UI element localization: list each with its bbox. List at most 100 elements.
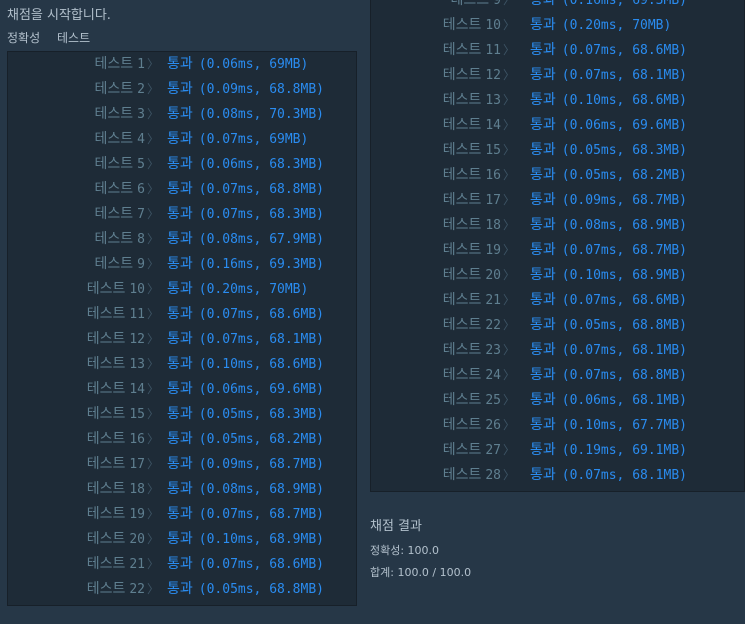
test-word: 테스트 bbox=[94, 156, 134, 172]
chevron-right-icon: 〉 bbox=[147, 582, 160, 596]
test-number: 20 bbox=[485, 268, 501, 283]
chevron-right-icon: 〉 bbox=[503, 43, 516, 57]
chevron-right-icon: 〉 bbox=[147, 182, 160, 196]
test-number: 27 bbox=[485, 443, 501, 458]
test-result-row: 테스트 14 〉 통과 (0.06ms, 69.6MB) bbox=[8, 377, 356, 402]
chevron-right-icon: 〉 bbox=[503, 168, 516, 182]
test-result-row: 테스트 13 〉 통과 (0.10ms, 68.6MB) bbox=[371, 88, 744, 113]
test-label: 테스트 19 bbox=[87, 502, 145, 527]
test-result-row: 테스트 4 〉 통과 (0.07ms, 69MB) bbox=[8, 127, 356, 152]
test-number: 2 bbox=[137, 82, 145, 97]
test-result: 통과 (0.05ms, 68.3MB) bbox=[167, 402, 324, 427]
chevron-right-icon: 〉 bbox=[147, 457, 160, 471]
pass-status: 통과 bbox=[167, 456, 193, 472]
test-result: 통과 (0.06ms, 69.6MB) bbox=[167, 377, 324, 402]
test-label: 테스트 3 bbox=[95, 102, 145, 127]
test-result-row: 테스트 22 〉 통과 (0.05ms, 68.8MB) bbox=[371, 313, 744, 338]
test-result: 통과 (0.05ms, 68.2MB) bbox=[530, 163, 687, 188]
test-result: 통과 (0.05ms, 68.8MB) bbox=[167, 577, 324, 602]
test-label: 테스트 28 bbox=[443, 463, 501, 488]
test-result: 통과 (0.06ms, 69.6MB) bbox=[530, 113, 687, 138]
test-word: 테스트 bbox=[442, 117, 482, 133]
chevron-right-icon: 〉 bbox=[147, 532, 160, 546]
test-result: 통과 (0.07ms, 68.1MB) bbox=[167, 327, 324, 352]
test-result-row: 테스트 10 〉 통과 (0.20ms, 70MB) bbox=[371, 13, 744, 38]
test-result-row: 테스트 23 〉 통과 (0.07ms, 68.1MB) bbox=[371, 338, 744, 363]
test-label: 테스트 16 bbox=[87, 427, 145, 452]
test-word: 테스트 bbox=[94, 81, 134, 97]
test-word: 테스트 bbox=[86, 356, 126, 372]
grading-start-text: 채점을 시작합니다. bbox=[7, 8, 111, 23]
time-memory-detail: (0.06ms, 69.6MB) bbox=[561, 118, 687, 133]
test-label: 테스트 17 bbox=[87, 452, 145, 477]
test-number: 19 bbox=[485, 243, 501, 258]
test-word: 테스트 bbox=[94, 131, 134, 147]
test-label: 테스트 26 bbox=[443, 413, 501, 438]
test-result: 통과 (0.16ms, 69.3MB) bbox=[530, 0, 687, 13]
test-word: 테스트 bbox=[442, 92, 482, 108]
test-result-row: 테스트 19 〉 통과 (0.07ms, 68.7MB) bbox=[8, 502, 356, 527]
pass-status: 통과 bbox=[167, 506, 193, 522]
test-result: 통과 (0.05ms, 68.3MB) bbox=[530, 138, 687, 163]
time-memory-detail: (0.07ms, 68.8MB) bbox=[561, 368, 687, 383]
pass-status: 통과 bbox=[530, 192, 556, 208]
chevron-right-icon: 〉 bbox=[503, 0, 516, 7]
time-memory-detail: (0.05ms, 68.8MB) bbox=[198, 582, 324, 597]
time-memory-detail: (0.05ms, 68.3MB) bbox=[561, 143, 687, 158]
grading-output-view: 채점을 시작합니다. 정확성 테스트 테스트 1 〉 통과 (0.06ms, 69MB)… bbox=[0, 0, 745, 624]
test-label: 테스트 25 bbox=[443, 388, 501, 413]
chevron-right-icon: 〉 bbox=[147, 107, 160, 121]
test-number: 1 bbox=[137, 57, 145, 72]
test-number: 22 bbox=[485, 318, 501, 333]
test-results-panel-left[interactable]: 테스트 1 〉 통과 (0.06ms, 69MB) 테스트 2 〉 통과 (0.09ms, 68.… bbox=[7, 51, 357, 606]
test-result-row: 테스트 12 〉 통과 (0.07ms, 68.1MB) bbox=[8, 327, 356, 352]
test-label: 테스트 13 bbox=[443, 88, 501, 113]
test-result-row: 테스트 28 〉 통과 (0.07ms, 68.1MB) bbox=[371, 463, 744, 488]
time-memory-detail: (0.09ms, 68.8MB) bbox=[198, 82, 324, 97]
test-label: 테스트 20 bbox=[87, 527, 145, 552]
pass-status: 통과 bbox=[167, 156, 193, 172]
test-result: 통과 (0.07ms, 68.6MB) bbox=[530, 288, 687, 313]
test-result: 통과 (0.09ms, 68.7MB) bbox=[530, 188, 687, 213]
test-label: 테스트 12 bbox=[443, 63, 501, 88]
chevron-right-icon: 〉 bbox=[503, 193, 516, 207]
chevron-right-icon: 〉 bbox=[503, 143, 516, 157]
test-number: 14 bbox=[485, 118, 501, 133]
pass-status: 통과 bbox=[167, 531, 193, 547]
pass-status: 통과 bbox=[530, 117, 556, 133]
test-results-panel-right[interactable]: 테스트 9 〉 통과 (0.16ms, 69.3MB) 테스트 10 〉 통과 (0.20ms, … bbox=[370, 0, 745, 492]
test-label: 테스트 5 bbox=[95, 152, 145, 177]
test-label: 테스트 17 bbox=[443, 188, 501, 213]
pass-status: 통과 bbox=[530, 292, 556, 308]
pass-status: 통과 bbox=[167, 406, 193, 422]
time-memory-detail: (0.08ms, 68.9MB) bbox=[198, 482, 324, 497]
test-result: 통과 (0.07ms, 68.1MB) bbox=[530, 338, 687, 363]
test-result-row: 테스트 15 〉 통과 (0.05ms, 68.3MB) bbox=[371, 138, 744, 163]
test-number: 26 bbox=[485, 418, 501, 433]
time-memory-detail: (0.05ms, 68.2MB) bbox=[198, 432, 324, 447]
pass-status: 통과 bbox=[530, 92, 556, 108]
test-result: 통과 (0.19ms, 69.1MB) bbox=[530, 438, 687, 463]
time-memory-detail: (0.05ms, 68.3MB) bbox=[198, 407, 324, 422]
chevron-right-icon: 〉 bbox=[147, 557, 160, 571]
test-result: 통과 (0.10ms, 68.6MB) bbox=[167, 352, 324, 377]
test-result-row: 테스트 2 〉 통과 (0.09ms, 68.8MB) bbox=[8, 77, 356, 102]
test-number: 16 bbox=[129, 432, 145, 447]
test-label: 테스트 14 bbox=[87, 377, 145, 402]
chevron-right-icon: 〉 bbox=[147, 332, 160, 346]
test-word: 테스트 bbox=[94, 56, 134, 72]
chevron-right-icon: 〉 bbox=[503, 93, 516, 107]
pass-status: 통과 bbox=[167, 306, 193, 322]
test-result: 통과 (0.05ms, 68.8MB) bbox=[530, 313, 687, 338]
test-label: 테스트 15 bbox=[443, 138, 501, 163]
time-memory-detail: (0.10ms, 68.6MB) bbox=[561, 93, 687, 108]
test-result: 통과 (0.10ms, 68.6MB) bbox=[530, 88, 687, 113]
test-word: 테스트 bbox=[442, 192, 482, 208]
test-label: 테스트 11 bbox=[443, 38, 501, 63]
test-number: 21 bbox=[485, 293, 501, 308]
chevron-right-icon: 〉 bbox=[503, 318, 516, 332]
time-memory-detail: (0.08ms, 70.3MB) bbox=[198, 107, 324, 122]
test-result: 통과 (0.06ms, 68.1MB) bbox=[530, 388, 687, 413]
test-label: 테스트 22 bbox=[87, 577, 145, 602]
test-result: 통과 (0.16ms, 69.3MB) bbox=[167, 252, 324, 277]
